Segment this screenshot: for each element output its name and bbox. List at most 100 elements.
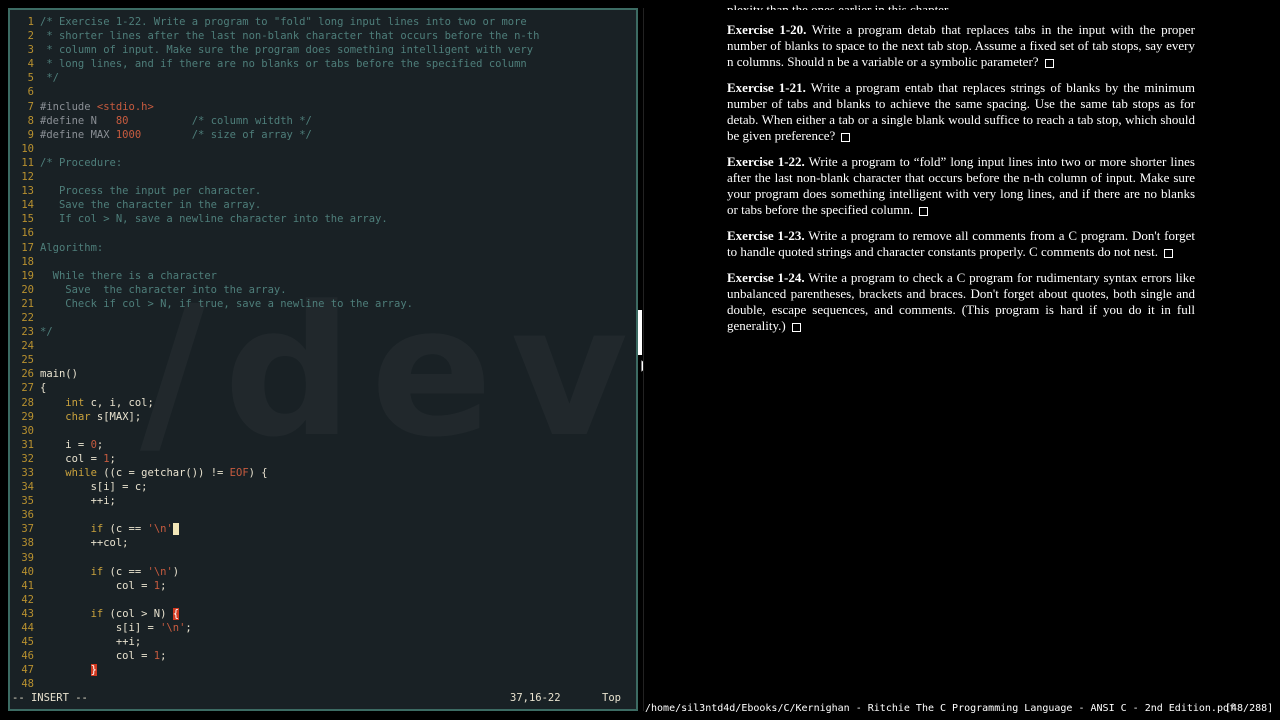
line-number: 47 (21, 664, 34, 677)
pdf-top-fragment: plexity than the ones earlier in this ch… (727, 2, 951, 10)
cursor-position: 37,16-22 (510, 692, 561, 704)
code-line[interactable]: 7 #include <stdio.h> (10, 100, 636, 114)
exercise-label: Exercise 1-22. (727, 154, 805, 169)
code-line[interactable]: 2 * shorter lines after the last non-bla… (10, 29, 636, 43)
code-line[interactable]: 13 Process the input per character. (10, 184, 636, 198)
text-cursor (172, 523, 180, 536)
vim-mode-indicator: -- INSERT -- (12, 692, 88, 704)
code-line[interactable]: 30 (10, 424, 636, 438)
line-number: 13 (21, 185, 34, 198)
code-line[interactable]: 31 i = 0; (10, 438, 636, 452)
code-line[interactable]: 45 ++i; (10, 635, 636, 649)
pdf-viewer-pane[interactable]: plexity than the ones earlier in this ch… (643, 2, 1272, 711)
code-token: ; (160, 579, 167, 592)
line-number: 1 (27, 16, 34, 28)
code-line[interactable]: 44 s[i] = '\n'; (10, 621, 636, 635)
line-number: 4 (27, 58, 34, 71)
code-line[interactable]: 16 (10, 226, 636, 240)
line-number: 12 (21, 171, 34, 184)
code-line[interactable]: 39 (10, 551, 636, 565)
line-number: 40 (21, 565, 34, 578)
code-token: 1000 (115, 128, 142, 141)
code-token: Save the character into the array. (40, 283, 287, 296)
code-line[interactable]: 24 (10, 339, 636, 353)
code-line[interactable]: 33 while ((c = getchar()) != EOF) { (10, 466, 636, 480)
code-line[interactable]: 36 (10, 508, 636, 522)
code-line[interactable]: 3 * column of input. Make sure the progr… (10, 43, 636, 57)
code-token: main() (40, 368, 78, 381)
code-line[interactable]: 14 Save the character in the array. (10, 198, 636, 212)
code-line[interactable]: 41 col = 1; (10, 579, 636, 593)
code-token: char (65, 410, 91, 423)
vim-status-line: -- INSERT -- 37,16-22 Top (10, 687, 636, 709)
code-token: int (65, 396, 85, 409)
code-token: If col > N, save a newline character int… (40, 213, 388, 226)
code-line[interactable]: 38 ++col; (10, 536, 636, 550)
code-line[interactable]: 22 (10, 311, 636, 325)
code-token: ((c = getchar()) != (96, 467, 230, 479)
code-line[interactable]: 17 Algorithm: (10, 241, 636, 255)
code-buffer[interactable]: 1 /* Exercise 1-22. Write a program to "f… (10, 15, 636, 692)
line-number: 30 (21, 424, 34, 437)
code-line[interactable]: 26 main() (10, 367, 636, 381)
code-line[interactable]: 20 Save the character into the array. (10, 283, 636, 297)
code-line[interactable]: 10 (10, 142, 636, 156)
code-line[interactable]: 4 * long lines, and if there are no blan… (10, 57, 636, 71)
code-token: ; (185, 622, 192, 635)
code-line[interactable]: 25 (10, 353, 636, 367)
line-number: 33 (21, 467, 34, 479)
line-number: 37 (21, 523, 34, 536)
code-token: Process the input per character. (40, 185, 262, 198)
code-line[interactable]: 28 int c, i, col; (10, 396, 636, 410)
line-number: 34 (21, 481, 34, 494)
code-token: ++col; (40, 537, 129, 550)
code-line[interactable]: 15 If col > N, save a newline character … (10, 212, 636, 226)
code-line[interactable]: 8 #define N 80 /* column witdth */ (10, 114, 636, 128)
code-line[interactable]: 47 } (10, 663, 636, 677)
code-line[interactable]: 34 s[i] = c; (10, 480, 636, 494)
code-token: ++i; (40, 495, 116, 508)
line-number: 18 (21, 255, 34, 268)
code-line[interactable]: 42 (10, 593, 636, 607)
code-token: c, i, col; (84, 396, 154, 409)
line-number: 22 (21, 311, 34, 324)
code-line[interactable]: 37 if (c == '\n' (10, 522, 636, 536)
code-line[interactable]: 35 ++i; (10, 494, 636, 508)
code-line[interactable]: 43 if (col > N) { (10, 607, 636, 621)
code-line[interactable]: 5 */ (10, 71, 636, 85)
window-split-handle[interactable] (638, 310, 642, 355)
code-token: /* Exercise 1-22. Write a program to "fo… (40, 16, 527, 28)
line-number: 44 (21, 622, 34, 635)
code-token: s[i] = (40, 622, 161, 635)
code-line[interactable]: 21 Check if col > N, if true, save a new… (10, 297, 636, 311)
code-token: s[i] = c; (40, 481, 148, 494)
matched-brace: { (172, 607, 180, 620)
line-number: 35 (21, 495, 34, 508)
line-number: 14 (21, 199, 34, 212)
vim-editor-pane[interactable]: /dev/ 1/* Exercise 1-22. Write a program… (8, 8, 638, 711)
code-line[interactable]: 1 /* Exercise 1-22. Write a program to "f… (10, 15, 636, 29)
code-token: (c == (103, 523, 148, 536)
exercise-label: Exercise 1-24. (727, 270, 805, 285)
code-line[interactable]: 9 #define MAX 1000 /* size of array */ (10, 128, 636, 142)
code-line[interactable]: 27 { (10, 381, 636, 395)
pdf-file-path: /home/sil3ntd4d/Ebooks/C/Kernighan - Rit… (645, 703, 1236, 714)
code-line[interactable]: 32 col = 1; (10, 452, 636, 466)
line-number: 9 (27, 128, 34, 141)
code-line[interactable]: 23 */ (10, 325, 636, 339)
code-line[interactable]: 19 While there is a character (10, 269, 636, 283)
line-number: 28 (21, 396, 34, 409)
code-line[interactable]: 29 char s[MAX]; (10, 410, 636, 424)
code-line[interactable]: 18 (10, 255, 636, 269)
code-line[interactable]: 46 col = 1; (10, 649, 636, 663)
code-token: Check if col > N, if true, save a newlin… (40, 297, 413, 310)
code-line[interactable]: 6 (10, 85, 636, 99)
code-line[interactable]: 11 /* Procedure: (10, 156, 636, 170)
line-number: 31 (21, 438, 34, 451)
code-line[interactable]: 12 (10, 170, 636, 184)
code-line[interactable]: 40 if (c == '\n') (10, 565, 636, 579)
line-number: 24 (21, 340, 34, 353)
